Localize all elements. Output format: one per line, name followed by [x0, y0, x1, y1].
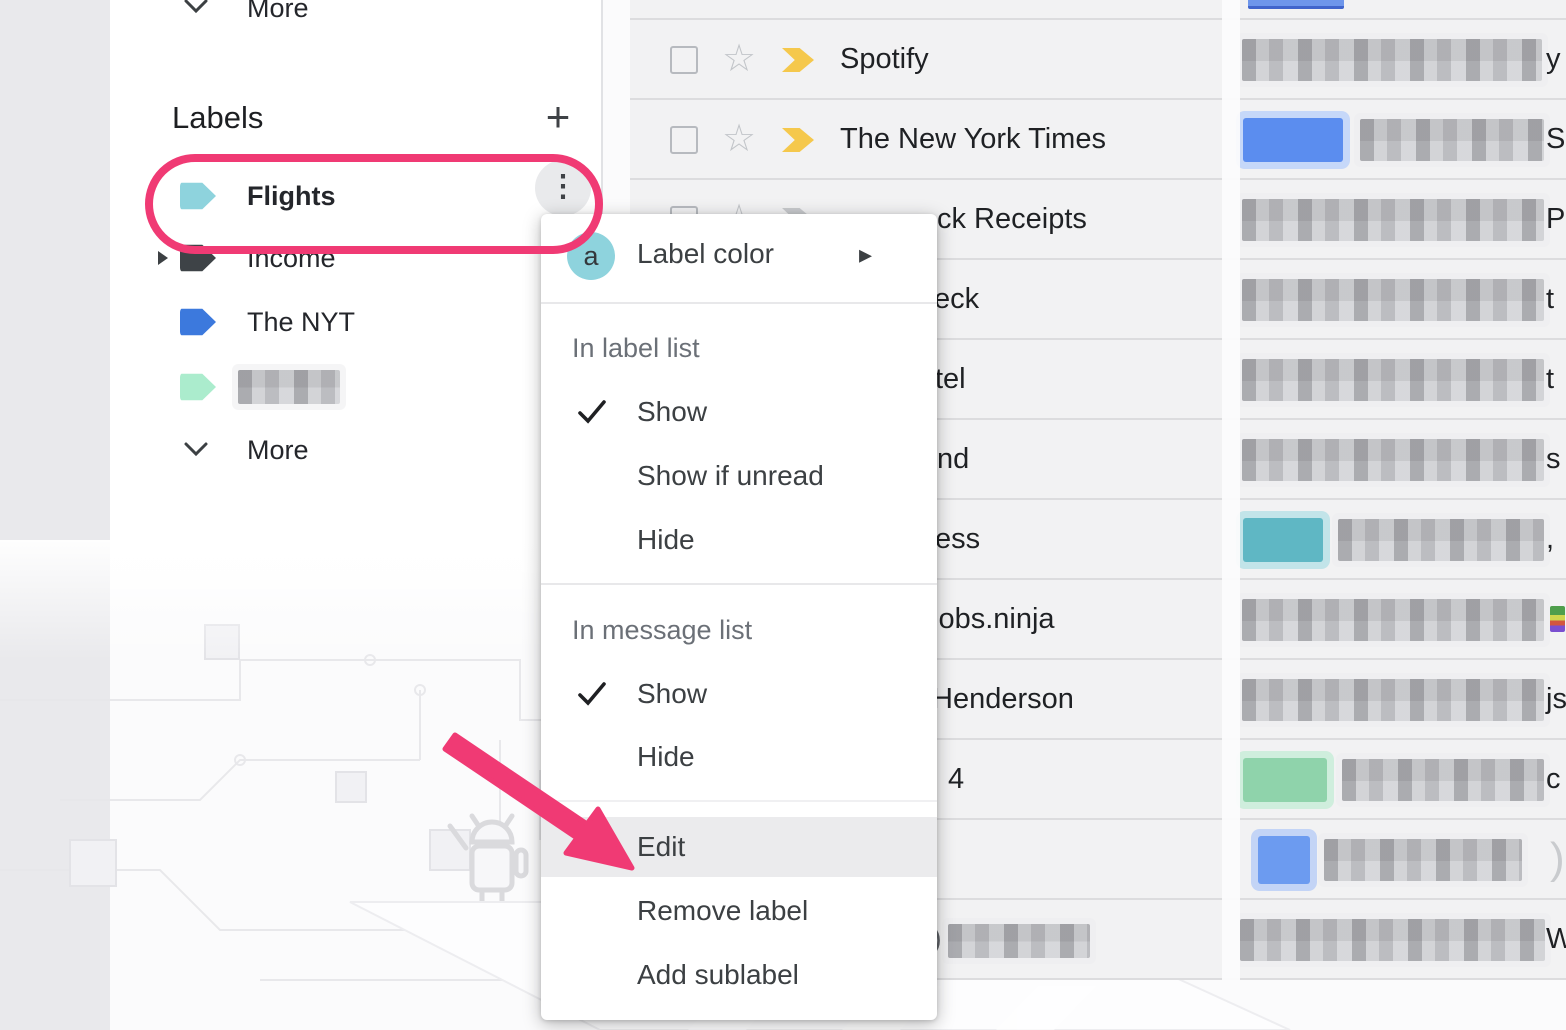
- menu-action-add-sublabel[interactable]: Add sublabel: [541, 947, 937, 1003]
- redacted-subject: [1242, 599, 1544, 641]
- menu-option-hide-label-list[interactable]: Hide: [541, 512, 937, 568]
- subject-tail-fragment: s: [1546, 420, 1561, 498]
- menu-action-remove-label[interactable]: Remove label: [541, 883, 937, 939]
- email-row-partial[interactable]: [630, 0, 1566, 20]
- sidebar-item-more-top[interactable]: More: [110, 0, 602, 48]
- redacted-subject: [1324, 839, 1522, 881]
- label-tag-icon: [180, 307, 216, 337]
- email-sender: The New York Times: [840, 100, 1106, 178]
- menu-item-label: Label color: [637, 222, 774, 286]
- menu-divider: [541, 302, 937, 304]
- label-name: The NYT: [247, 290, 355, 354]
- menu-option-show-label-list[interactable]: Show: [541, 384, 937, 440]
- select-checkbox[interactable]: [670, 46, 698, 74]
- redacted-label-name: [238, 370, 340, 404]
- annotation-arrow: [430, 720, 650, 890]
- submenu-arrow-icon: ▸: [859, 222, 872, 286]
- menu-section-header: In message list: [541, 602, 937, 658]
- menu-section-header: In label list: [541, 320, 937, 376]
- select-checkbox[interactable]: [670, 126, 698, 154]
- subject-tail-fragment: W: [1546, 900, 1566, 978]
- subject-tail-fragment: y: [1546, 20, 1561, 98]
- email-sender: Henderson: [932, 660, 1074, 738]
- emoji-icon: [1550, 606, 1565, 632]
- create-label-button[interactable]: +: [537, 96, 579, 138]
- subject-tail-fragment: ,: [1546, 500, 1554, 578]
- expand-arrow-icon[interactable]: [157, 250, 169, 266]
- redacted-subject: [1240, 919, 1545, 961]
- email-sender: tel: [935, 340, 966, 418]
- checkmark-icon: [575, 395, 609, 429]
- label-tag-icon: [180, 372, 216, 402]
- subject-tail-fragment: S: [1546, 100, 1565, 178]
- redacted-subject: [1338, 519, 1544, 561]
- star-icon[interactable]: ☆: [722, 100, 756, 178]
- label-chip: [1258, 836, 1310, 884]
- partial-blue-button[interactable]: [1248, 0, 1344, 9]
- redacted-subject: [1360, 119, 1544, 161]
- subject-tail-fragment: t: [1546, 260, 1554, 338]
- redacted-subject: [1242, 39, 1542, 81]
- label-chip: [1243, 758, 1327, 802]
- redacted-subject: [1242, 439, 1544, 481]
- label-chip: [1243, 518, 1323, 562]
- redacted-sender: [948, 924, 1090, 958]
- menu-option-show-message-list[interactable]: Show: [541, 666, 937, 722]
- email-sender: ess: [935, 500, 980, 578]
- sidebar-label-the-nyt[interactable]: The NYT: [110, 290, 602, 354]
- list-column-gutter: [1222, 0, 1240, 985]
- chevron-down-icon: [183, 441, 209, 459]
- label-chip: [1243, 118, 1343, 162]
- menu-item-label-color[interactable]: a Label color ▸: [541, 222, 937, 286]
- sidebar-label-redacted[interactable]: [110, 355, 602, 419]
- email-sender: jobs.ninja: [932, 580, 1055, 658]
- screenshot-root: More Labels + Flights ⋮ Income The NYT: [0, 0, 1566, 1030]
- star-icon[interactable]: ☆: [722, 20, 756, 98]
- subject-tail-fragment: ): [1550, 820, 1565, 898]
- chevron-down-icon: [183, 0, 209, 16]
- email-sender: Spotify: [840, 20, 929, 98]
- labels-header-row: Labels +: [110, 96, 602, 160]
- sidebar-item-label: More: [247, 418, 309, 482]
- menu-divider: [541, 583, 937, 585]
- email-sender: nd: [937, 420, 969, 498]
- gmail-sidebar: More Labels + Flights ⋮ Income The NYT: [110, 0, 602, 610]
- redacted-subject: [1242, 679, 1544, 721]
- email-row[interactable]: ☆ The New York Times S: [630, 100, 1566, 180]
- annotation-highlight-oval: [145, 154, 603, 254]
- label-context-menu: a Label color ▸ In label list Show Show …: [541, 214, 937, 1020]
- desktop-background-strip: [0, 0, 110, 1030]
- email-sender: ck Receipts: [937, 180, 1087, 258]
- sidebar-item-more-bottom[interactable]: More: [110, 418, 602, 482]
- checkmark-icon: [575, 677, 609, 711]
- redacted-subject: [1242, 199, 1544, 241]
- sidebar-item-label: More: [247, 0, 309, 32]
- importance-marker-icon: [782, 128, 814, 152]
- subject-tail-fragment: P: [1546, 180, 1565, 258]
- email-sender: 4: [948, 740, 964, 818]
- labels-heading: Labels: [172, 96, 263, 140]
- subject-tail-fragment: c: [1546, 740, 1561, 818]
- redacted-subject: [1242, 359, 1544, 401]
- email-sender: eck: [934, 260, 979, 338]
- menu-option-show-if-unread[interactable]: Show if unread: [541, 448, 937, 504]
- redacted-subject: [1242, 279, 1544, 321]
- redacted-subject: [1342, 759, 1544, 801]
- subject-tail-fragment: t: [1546, 340, 1554, 418]
- email-row[interactable]: ☆ Spotify y: [630, 20, 1566, 100]
- importance-marker-icon: [782, 48, 814, 72]
- subject-tail-fragment: js: [1546, 660, 1566, 738]
